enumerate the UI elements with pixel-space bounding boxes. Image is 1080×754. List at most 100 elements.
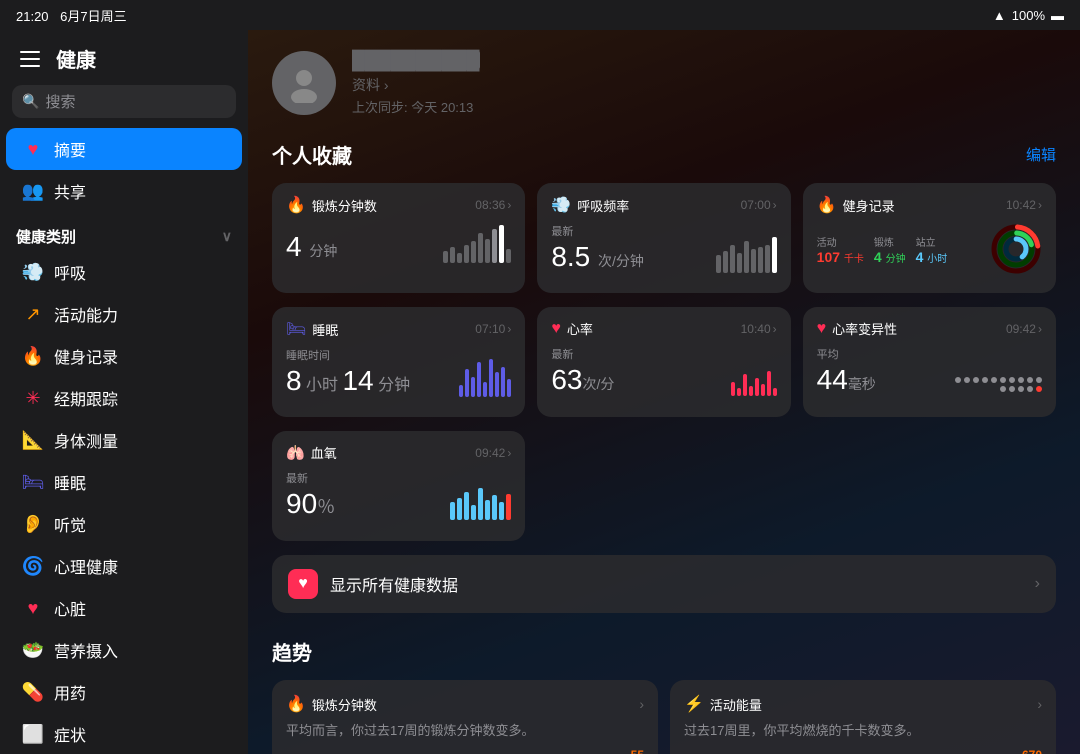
blood-oxygen-title: 血氧	[311, 443, 337, 462]
fitness-record-card[interactable]: 🔥 健身记录 10:42 › 活动 107 千卡	[803, 183, 1056, 293]
sidebar-item-meds[interactable]: 💊 用药	[6, 671, 242, 713]
activity-trend-title: 活动能量	[710, 695, 762, 714]
heart-rate-icon: ♥	[551, 320, 561, 338]
workout-trend-chevron: ›	[639, 696, 644, 712]
sleep-title: 睡眠	[312, 320, 338, 339]
hrv-dots-chart	[952, 373, 1042, 396]
trends-grid: 🔥 锻炼分钟数 › 平均而言，你过去17周的锻炼分钟数变多。	[272, 680, 1056, 754]
sleep-card-icon: 🛏	[286, 319, 306, 339]
cards-row-2: 🛏 睡眠 07:10 › 睡眠时间 8 小时 14 分钟	[272, 307, 1056, 417]
blood-oxygen-chart	[450, 480, 511, 520]
hrv-card[interactable]: ♥ 心率变异性 09:42 › 平均 44毫秒	[803, 307, 1056, 417]
heart-rate-title: 心率	[567, 319, 593, 338]
breathing-rate-card[interactable]: 💨 呼吸频率 07:00 › 最新 8.5 次/分钟	[537, 183, 790, 293]
profile-sync: 上次同步: 今天 20:13	[352, 97, 480, 116]
sidebar-label-mental: 心理健康	[54, 554, 118, 578]
activity-trend-icon: ⚡	[684, 694, 704, 714]
sleep-icon: 🛏	[22, 471, 44, 493]
personal-collection-title: 个人收藏	[272, 140, 352, 169]
sidebar-item-share[interactable]: 👥 共享	[6, 170, 242, 212]
move-stat: 活动 107 千卡	[817, 234, 864, 265]
sidebar-item-symptoms[interactable]: ⬜ 症状	[6, 713, 242, 754]
search-box[interactable]: 🔍 搜索	[12, 85, 236, 118]
show-all-icon: ♥	[288, 569, 318, 599]
sleep-card[interactable]: 🛏 睡眠 07:10 › 睡眠时间 8 小时 14 分钟	[272, 307, 525, 417]
sidebar-item-breathing[interactable]: 💨 呼吸	[6, 251, 242, 293]
workout-chart	[443, 223, 511, 263]
sidebar-item-fitness[interactable]: 🔥 健身记录	[6, 335, 242, 377]
breathing-card-icon: 💨	[551, 195, 571, 215]
sidebar-label-nutrition: 营养摄入	[54, 638, 118, 662]
period-icon: ✳	[22, 387, 44, 409]
sidebar-item-mental[interactable]: 🌀 心理健康	[6, 545, 242, 587]
search-icon: 🔍	[22, 93, 39, 110]
health-category-title: 健康类别	[16, 226, 76, 247]
sidebar-item-heart[interactable]: ♥ 心脏	[6, 587, 242, 629]
body-icon: 📐	[22, 429, 44, 451]
workout-trend-title: 锻炼分钟数	[312, 695, 377, 714]
sidebar-label-summary: 摘要	[54, 137, 86, 161]
workout-minutes-card[interactable]: 🔥 锻炼分钟数 08:36 › 4 分钟	[272, 183, 525, 293]
workout-trend-card[interactable]: 🔥 锻炼分钟数 › 平均而言，你过去17周的锻炼分钟数变多。	[272, 680, 658, 754]
show-all-health-button[interactable]: ♥ 显示所有健康数据 ›	[272, 555, 1056, 613]
sidebar-label-heart: 心脏	[54, 596, 86, 620]
sidebar: 健康 🔍 搜索 ♥ 摘要 👥 共享 健康类别 ∨ 💨 呼吸 ↗ 活动能力	[0, 30, 248, 754]
heart-rate-card[interactable]: ♥ 心率 10:40 › 最新 63次/分	[537, 307, 790, 417]
hrv-icon: ♥	[817, 320, 827, 338]
fitness-icon: 🔥	[22, 345, 44, 367]
hearing-icon: 👂	[22, 513, 44, 535]
hrv-time: 09:42 ›	[1006, 322, 1042, 336]
wifi-icon: ▲	[993, 8, 1006, 23]
sidebar-label-hearing: 听觉	[54, 512, 86, 536]
workout-fire-icon: 🔥	[286, 195, 306, 215]
sleep-label: 睡眠时间	[286, 347, 410, 363]
sidebar-label-sleep: 睡眠	[54, 470, 86, 494]
status-time: 21:20 6月7日周三	[16, 6, 127, 25]
status-indicators: ▲ 100% ▬	[993, 8, 1064, 23]
sidebar-toggle-button[interactable]	[16, 45, 44, 73]
sidebar-label-body: 身体测量	[54, 428, 118, 452]
profile-section: ██████████ 资料 › 上次同步: 今天 20:13	[272, 50, 1056, 116]
workout-trend-desc: 平均而言，你过去17周的锻炼分钟数变多。	[286, 722, 644, 740]
chevron-down-icon: ∨	[222, 228, 232, 245]
cards-row-1: 🔥 锻炼分钟数 08:36 › 4 分钟	[272, 183, 1056, 293]
sidebar-item-mobility[interactable]: ↗ 活动能力	[6, 293, 242, 335]
sleep-value: 8 小时 14 分钟	[286, 365, 410, 397]
activity-trend-chart: 670	[684, 748, 1042, 754]
battery-icon: ▬	[1051, 8, 1064, 23]
cards-row-3: 🫁 血氧 09:42 › 最新 90％	[272, 431, 1056, 541]
sidebar-item-body[interactable]: 📐 身体测量	[6, 419, 242, 461]
blood-oxygen-icon: 🫁	[286, 444, 305, 462]
profile-link[interactable]: 资料 ›	[352, 75, 480, 95]
sidebar-item-nutrition[interactable]: 🥗 营养摄入	[6, 629, 242, 671]
edit-button[interactable]: 编辑	[1026, 144, 1056, 165]
profile-info: ██████████ 资料 › 上次同步: 今天 20:13	[352, 50, 480, 116]
mental-icon: 🌀	[22, 555, 44, 577]
fitness-record-body: 活动 107 千卡 锻炼 4 分钟 站立 4 小时	[817, 223, 1042, 275]
breathing-time: 07:00 ›	[741, 198, 777, 212]
breathing-label: 最新	[551, 223, 644, 239]
sidebar-label-fitness: 健身记录	[54, 344, 118, 368]
fitness-title: 健身记录	[843, 196, 895, 215]
breathing-title: 呼吸频率	[577, 196, 629, 215]
sidebar-label-symptoms: 症状	[54, 722, 86, 746]
breathing-chart	[716, 233, 777, 273]
sidebar-item-sleep[interactable]: 🛏 睡眠	[6, 461, 242, 503]
search-placeholder: 搜索	[45, 91, 75, 112]
trends-title: 趋势	[272, 637, 312, 666]
app-container: 健康 🔍 搜索 ♥ 摘要 👥 共享 健康类别 ∨ 💨 呼吸 ↗ 活动能力	[0, 30, 1080, 754]
avatar	[272, 51, 336, 115]
status-bar: 21:20 6月7日周三 ▲ 100% ▬	[0, 0, 1080, 30]
workout-value: 4 分钟	[286, 231, 337, 263]
main-content: ██████████ 资料 › 上次同步: 今天 20:13 个人收藏 编辑 🔥	[248, 30, 1080, 754]
blood-oxygen-card[interactable]: 🫁 血氧 09:42 › 最新 90％	[272, 431, 525, 541]
sidebar-item-summary[interactable]: ♥ 摘要	[6, 128, 242, 170]
activity-trend-card[interactable]: ⚡ 活动能量 › 过去17周里，你平均燃烧的千卡数变多。	[670, 680, 1056, 754]
sidebar-item-hearing[interactable]: 👂 听觉	[6, 503, 242, 545]
heart-rate-chart	[731, 356, 777, 396]
sidebar-label-period: 经期跟踪	[54, 386, 118, 410]
exercise-stat: 锻炼 4 分钟	[874, 234, 906, 265]
breathing-value: 8.5 次/分钟	[551, 241, 644, 273]
heart-icon: ♥	[22, 138, 44, 160]
sidebar-item-period[interactable]: ✳ 经期跟踪	[6, 377, 242, 419]
